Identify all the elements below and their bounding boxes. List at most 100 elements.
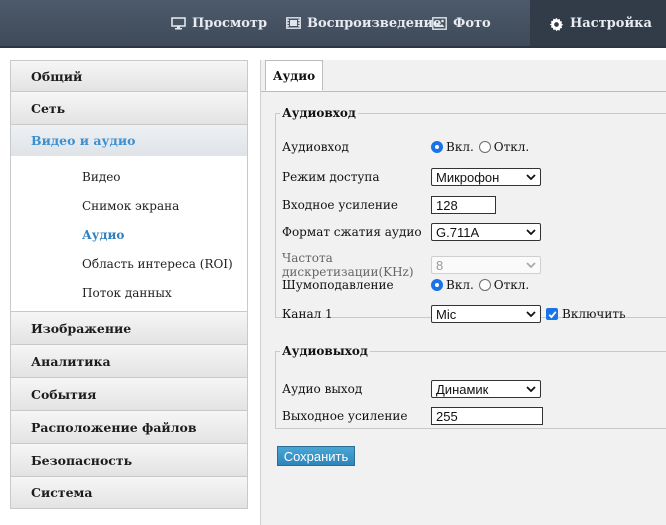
sidebar-item-video-audio[interactable]: Видео и аудио xyxy=(10,124,248,156)
audio-input-group: Аудиовход Аудиовход Вкл. Откл. Режим дос… xyxy=(275,106,666,323)
sidebar-item-label: Безопасность xyxy=(31,452,133,468)
submenu-item-data-stream[interactable]: Поток данных xyxy=(11,278,247,307)
noise-reduction-label: Шумоподавление xyxy=(282,278,394,292)
input-gain-label: Входное усиление xyxy=(282,198,398,212)
audio-output-legend: Аудиовыход xyxy=(282,344,368,358)
audio-output-group: Аудиовыход Аудио выход Динамик Выходное … xyxy=(275,344,666,429)
sidebar-item-network[interactable]: Сеть xyxy=(10,91,248,124)
sidebar-item-label: Сеть xyxy=(31,100,66,116)
input-gain-field[interactable]: 128 xyxy=(431,196,496,214)
channel-enable-checkbox[interactable] xyxy=(546,308,558,320)
sidebar-item-events[interactable]: События xyxy=(10,377,248,410)
input-gain-row: Входное усиление 128 xyxy=(282,196,496,214)
tab-audio-label: Аудио xyxy=(272,68,316,83)
nav-photo-label: Фото xyxy=(453,15,491,31)
sidebar-item-label: Аналитика xyxy=(31,353,111,369)
audio-output-label: Аудио выход xyxy=(282,382,363,396)
checkmark-icon xyxy=(548,310,556,318)
settings-sidebar: Общий Сеть Видео и аудио Видео Снимок эк… xyxy=(10,60,250,509)
sidebar-item-label: Общий xyxy=(31,68,83,84)
channel-value: Mic xyxy=(436,306,457,322)
nav-playback[interactable]: Воспроизведение xyxy=(286,0,441,46)
sample-rate-row: Частота дискретизации(KHz) 8 xyxy=(282,251,541,279)
audio-output-select[interactable]: Динамик xyxy=(431,380,541,398)
channel-label: Канал 1 xyxy=(282,307,333,321)
audio-input-off-radio[interactable] xyxy=(478,141,491,153)
nav-settings[interactable]: Настройка xyxy=(549,0,652,46)
output-gain-label: Выходное усиление xyxy=(282,409,408,423)
noise-reduction-on-radio[interactable] xyxy=(431,279,443,291)
chevron-down-icon xyxy=(526,386,536,392)
access-mode-value: Микрофон xyxy=(436,169,500,185)
top-navigation-bar: Просмотр Воспроизведение Фото Настройка xyxy=(0,0,666,48)
submenu-item-label: Снимок экрана xyxy=(82,198,180,213)
sidebar-item-analytics[interactable]: Аналитика xyxy=(10,344,248,377)
sidebar-item-label: Видео и аудио xyxy=(31,133,136,148)
sidebar-item-label: События xyxy=(31,386,97,402)
submenu-item-video[interactable]: Видео xyxy=(11,162,247,191)
nav-preview[interactable]: Просмотр xyxy=(171,0,267,46)
noise-reduction-off-radio[interactable] xyxy=(478,279,491,291)
monitor-icon xyxy=(171,17,186,30)
chevron-down-icon xyxy=(526,262,536,268)
output-gain-field[interactable]: 255 xyxy=(431,407,543,425)
sidebar-item-label: Расположение файлов xyxy=(31,419,197,435)
tab-bar: Аудио xyxy=(261,60,666,92)
audio-input-on-radio[interactable] xyxy=(431,141,443,153)
submenu-item-label: Область интереса (ROI) xyxy=(82,256,233,271)
channel-row: Канал 1 Mic Включить xyxy=(282,305,626,323)
output-gain-row: Выходное усиление 255 xyxy=(282,407,543,425)
sidebar-item-image[interactable]: Изображение xyxy=(10,311,248,344)
sample-rate-select: 8 xyxy=(431,256,541,274)
access-mode-label: Режим доступа xyxy=(282,170,380,184)
noise-reduction-row: Шумоподавление Вкл. Откл. xyxy=(282,278,534,292)
access-mode-select[interactable]: Микрофон xyxy=(431,168,541,186)
sidebar-item-label: Система xyxy=(31,485,93,500)
submenu-item-label: Аудио xyxy=(82,227,125,242)
input-gain-value: 128 xyxy=(436,197,458,213)
audio-input-off-label: Откл. xyxy=(493,140,530,154)
submenu-item-snapshot[interactable]: Снимок экрана xyxy=(11,191,247,220)
audio-input-row: Аудиовход Вкл. Откл. xyxy=(282,140,534,154)
nav-playback-label: Воспроизведение xyxy=(307,15,442,31)
sidebar-item-label: Изображение xyxy=(31,320,132,336)
nav-settings-label: Настройка xyxy=(570,15,652,31)
submenu-item-label: Поток данных xyxy=(82,285,172,300)
chevron-down-icon xyxy=(526,311,536,317)
sample-rate-value: 8 xyxy=(436,257,444,273)
nav-preview-label: Просмотр xyxy=(192,15,268,31)
audio-input-label: Аудиовход xyxy=(282,140,349,154)
audio-settings-panel: Аудио Аудиовход Аудиовход Вкл. Откл. Реж… xyxy=(260,60,666,525)
chevron-down-icon xyxy=(526,174,536,180)
sidebar-item-storage[interactable]: Расположение файлов xyxy=(10,410,248,443)
sidebar-item-security[interactable]: Безопасность xyxy=(10,443,248,476)
sample-rate-label: Частота дискретизации(KHz) xyxy=(282,251,414,279)
audio-input-on-label: Вкл. xyxy=(446,140,474,154)
compression-value: G.711A xyxy=(436,224,480,240)
compression-row: Формат сжатия аудио G.711A xyxy=(282,223,541,241)
save-button-label: Сохранить xyxy=(283,448,349,464)
submenu-item-label: Видео xyxy=(82,169,121,184)
photo-icon xyxy=(432,17,447,30)
noise-reduction-on-label: Вкл. xyxy=(446,278,474,292)
save-button[interactable]: Сохранить xyxy=(277,446,355,466)
access-mode-row: Режим доступа Микрофон xyxy=(282,168,541,186)
compression-select[interactable]: G.711A xyxy=(431,223,541,241)
channel-select[interactable]: Mic xyxy=(431,305,541,323)
submenu-item-audio[interactable]: Аудио xyxy=(11,220,247,249)
channel-enable-label: Включить xyxy=(562,307,626,321)
audio-output-row: Аудио выход Динамик xyxy=(282,380,541,398)
video-audio-submenu: Видео Снимок экрана Аудио Область интере… xyxy=(10,156,248,311)
chevron-down-icon xyxy=(526,229,536,235)
noise-reduction-off-label: Откл. xyxy=(493,278,530,292)
audio-output-value: Динамик xyxy=(436,381,489,397)
compression-label: Формат сжатия аудио xyxy=(282,225,422,239)
submenu-item-roi[interactable]: Область интереса (ROI) xyxy=(11,249,247,278)
nav-photo[interactable]: Фото xyxy=(432,0,491,46)
film-icon xyxy=(286,17,301,29)
output-gain-value: 255 xyxy=(436,408,458,424)
sidebar-item-general[interactable]: Общий xyxy=(10,60,248,91)
sidebar-item-system[interactable]: Система xyxy=(10,476,248,509)
tab-audio[interactable]: Аудио xyxy=(265,60,323,91)
gear-icon xyxy=(549,17,564,32)
